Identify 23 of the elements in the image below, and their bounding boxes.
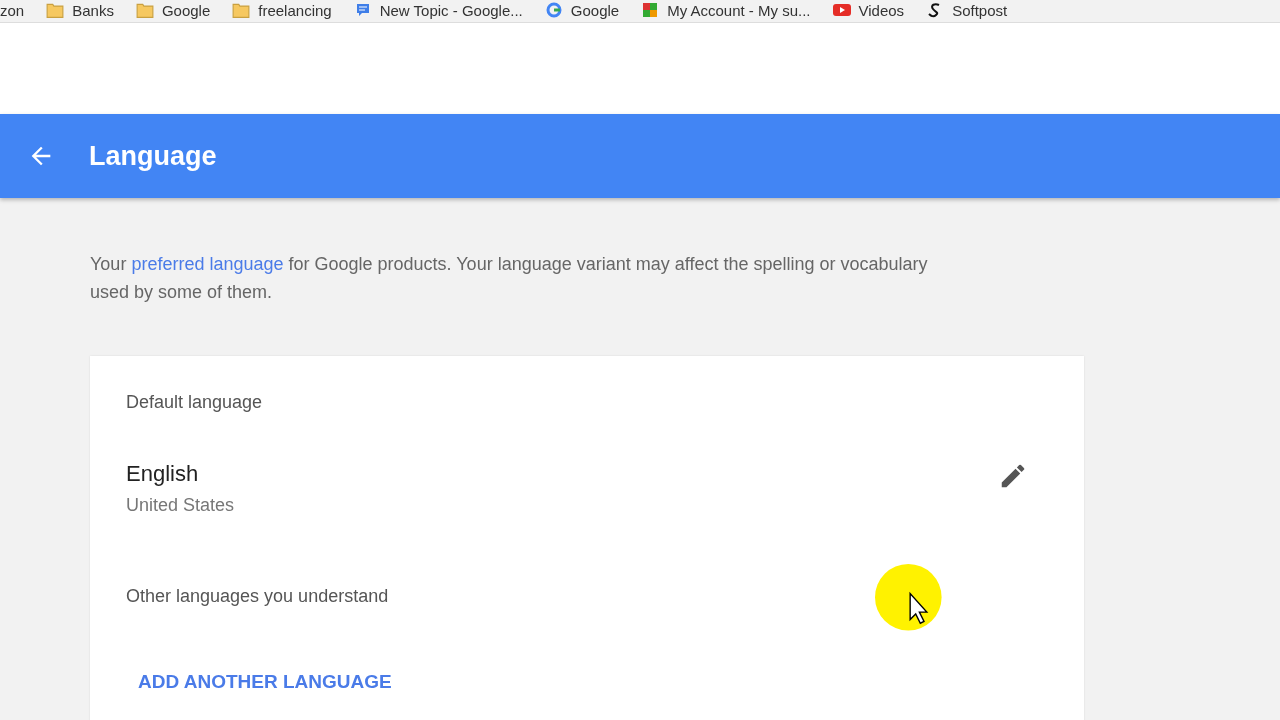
add-language-button[interactable]: ADD ANOTHER LANGUAGE <box>126 667 404 697</box>
bookmark-link[interactable]: My Account - My su... <box>641 1 811 19</box>
bookmark-link[interactable]: Banks <box>46 1 114 19</box>
section-heading: Other languages you understand <box>126 586 390 607</box>
play-icon <box>832 2 851 18</box>
folder-icon <box>135 2 154 18</box>
tiles-icon <box>641 2 660 18</box>
language-region: United States <box>126 495 235 516</box>
g-logo-icon <box>544 2 563 18</box>
bookmark-link[interactable]: zon <box>0 1 25 19</box>
section-heading: Default language <box>126 392 264 413</box>
language-name: English <box>126 461 200 487</box>
page-title: Language <box>89 140 217 172</box>
intro-text: Your preferred language for Google products. Your language variant may affect the spelling or vocabulary used by some of them. <box>90 253 929 304</box>
folder-icon <box>232 2 251 18</box>
preferred-language-link[interactable]: preferred language <box>131 254 284 274</box>
bookmark-link[interactable]: Google <box>135 1 211 19</box>
bookmark-link[interactable]: freelancing <box>232 1 332 19</box>
folder-icon <box>46 2 65 18</box>
bookmark-link[interactable]: Google <box>544 1 620 19</box>
bookmark-link[interactable]: New Topic - Google... <box>353 1 523 19</box>
bookmark-link[interactable]: Softpost <box>926 1 1008 19</box>
bookmark-link[interactable]: Videos <box>832 1 905 19</box>
